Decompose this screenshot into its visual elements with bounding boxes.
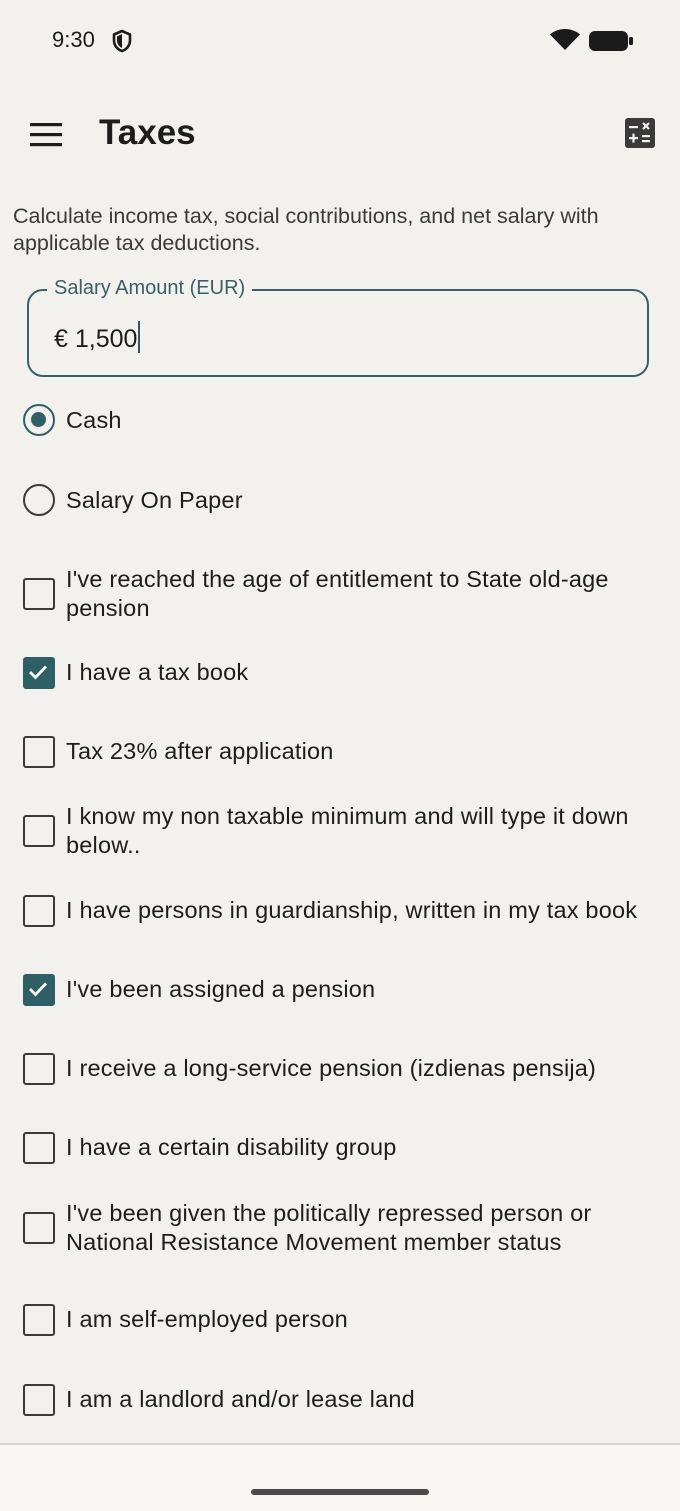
checkbox-label-state-pension-age: I've reached the age of entitlement to S… <box>66 566 609 621</box>
home-indicator[interactable] <box>251 1489 429 1495</box>
checkbox-option-self-employed[interactable]: I am self-employed person <box>0 1304 680 1336</box>
salary-amount-value: € 1,500 <box>54 325 138 353</box>
checkbox-guardianship[interactable] <box>23 895 55 927</box>
checkbox-repressed-person[interactable] <box>23 1212 55 1244</box>
checkmark-icon <box>29 665 48 680</box>
radio-option-salary-on-paper[interactable]: Salary On Paper <box>0 484 680 524</box>
status-bar: 9:30 <box>0 0 680 80</box>
calculator-icon[interactable] <box>620 113 660 153</box>
salary-amount-input[interactable]: € 1,500 <box>54 321 141 354</box>
checkbox-non-taxable-minimum[interactable] <box>23 815 55 847</box>
gesture-nav-area <box>0 1445 680 1511</box>
checkbox-option-state-pension-age[interactable]: I've reached the age of entitlement to S… <box>0 565 680 623</box>
checkbox-option-guardianship[interactable]: I have persons in guardianship, written … <box>0 895 680 927</box>
checkbox-label-repressed-person: I've been given the politically represse… <box>66 1200 592 1255</box>
page-description: Calculate income tax, social contributio… <box>13 204 599 255</box>
checkbox-disability-group[interactable] <box>23 1132 55 1164</box>
status-time: 9:30 <box>52 27 95 52</box>
page-title: Taxes <box>99 113 196 152</box>
text-cursor <box>138 321 141 353</box>
checkbox-label-guardianship: I have persons in guardianship, written … <box>66 897 638 923</box>
checkbox-option-repressed-person[interactable]: I've been given the politically represse… <box>0 1199 680 1257</box>
radio-button-cash[interactable] <box>23 404 55 436</box>
shield-icon <box>112 29 132 53</box>
checkbox-label-landlord: I am a landlord and/or lease land <box>66 1386 415 1412</box>
salary-amount-field[interactable]: Salary Amount (EUR) € 1,500 <box>27 277 649 377</box>
salary-amount-label: Salary Amount (EUR) <box>47 277 253 300</box>
checkbox-label-tax-book: I have a tax book <box>66 659 249 685</box>
checkbox-landlord[interactable] <box>23 1384 55 1416</box>
radio-label-salary-on-paper: Salary On Paper <box>66 487 243 513</box>
battery-icon <box>589 31 633 51</box>
checkbox-label-long-service-pension: I receive a long-service pension (izdien… <box>66 1055 597 1081</box>
checkbox-label-assigned-pension: I've been assigned a pension <box>66 976 376 1002</box>
checkbox-label-self-employed: I am self-employed person <box>66 1306 348 1332</box>
checkbox-label-non-taxable-minimum: I know my non taxable minimum and will t… <box>66 803 629 858</box>
checkbox-option-landlord[interactable]: I am a landlord and/or lease land <box>0 1384 680 1416</box>
checkbox-state-pension-age[interactable] <box>23 578 55 610</box>
checkbox-tax-book[interactable] <box>23 657 55 689</box>
checkbox-option-tax-book[interactable]: I have a tax book <box>0 657 680 689</box>
checkbox-label-disability-group: I have a certain disability group <box>66 1134 397 1160</box>
checkbox-label-tax-23: Tax 23% after application <box>66 738 334 764</box>
checkbox-option-assigned-pension[interactable]: I've been assigned a pension <box>0 974 680 1006</box>
checkbox-option-long-service-pension[interactable]: I receive a long-service pension (izdien… <box>0 1053 680 1085</box>
checkbox-option-non-taxable-minimum[interactable]: I know my non taxable minimum and will t… <box>0 802 680 860</box>
radio-label-cash: Cash <box>66 407 122 433</box>
checkmark-icon <box>29 982 48 997</box>
menu-icon[interactable] <box>22 113 70 157</box>
checkbox-self-employed[interactable] <box>23 1304 55 1336</box>
checkbox-option-disability-group[interactable]: I have a certain disability group <box>0 1132 680 1164</box>
checkbox-long-service-pension[interactable] <box>23 1053 55 1085</box>
radio-button-salary-on-paper[interactable] <box>23 484 55 516</box>
radio-option-cash[interactable]: Cash <box>0 404 680 444</box>
checkbox-option-tax-23[interactable]: Tax 23% after application <box>0 736 680 768</box>
wifi-icon <box>550 29 580 50</box>
checkbox-tax-23[interactable] <box>23 736 55 768</box>
top-app-bar: Taxes <box>0 95 680 175</box>
checkbox-assigned-pension[interactable] <box>23 974 55 1006</box>
